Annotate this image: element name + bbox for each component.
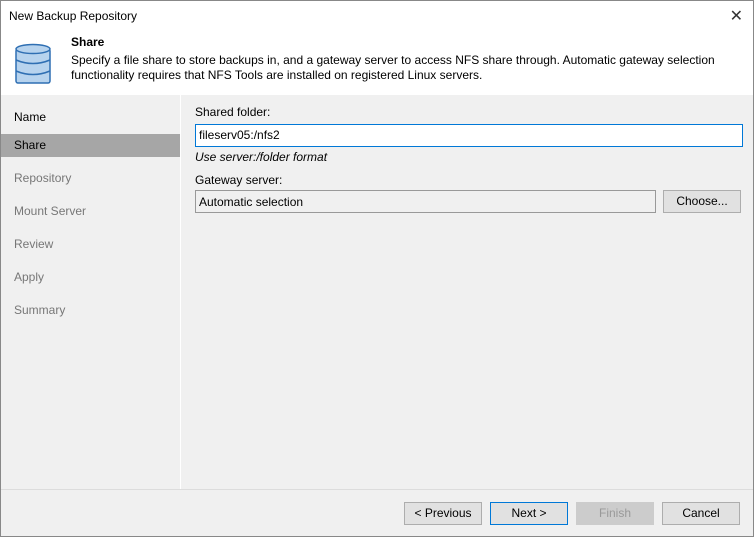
shared-folder-label: Shared folder: xyxy=(195,105,271,119)
format-hint: Use server:/folder format xyxy=(195,150,328,164)
finish-button[interactable]: Finish xyxy=(576,502,654,525)
previous-button[interactable]: < Previous xyxy=(404,502,482,525)
next-button[interactable]: Next > xyxy=(490,502,568,525)
step-repository[interactable]: Repository xyxy=(1,162,180,195)
wizard-steps: Name Share Repository Mount Server Revie… xyxy=(1,95,181,489)
gateway-server-field: Automatic selection xyxy=(195,190,656,213)
step-name[interactable]: Name xyxy=(1,101,180,134)
title-bar: New Backup Repository ✕ xyxy=(1,1,753,31)
wizard-window: New Backup Repository ✕ Share Specify a … xyxy=(0,0,754,537)
step-review[interactable]: Review xyxy=(1,228,180,261)
step-share[interactable]: Share xyxy=(1,134,180,157)
step-mount-server[interactable]: Mount Server xyxy=(1,195,180,228)
step-description: Specify a file share to store backups in… xyxy=(71,53,715,82)
step-apply[interactable]: Apply xyxy=(1,261,180,294)
window-title: New Backup Repository xyxy=(9,9,138,23)
footer: < Previous Next > Finish Cancel xyxy=(1,489,753,536)
cancel-button[interactable]: Cancel xyxy=(662,502,740,525)
header: Share Specify a file share to store back… xyxy=(1,31,753,95)
step-summary[interactable]: Summary xyxy=(1,294,180,327)
shared-folder-input[interactable]: fileserv05:/nfs2 xyxy=(195,124,743,147)
choose-button[interactable]: Choose... xyxy=(663,190,741,213)
close-icon[interactable]: ✕ xyxy=(730,6,743,26)
content-panel: Shared folder: fileserv05:/nfs2 Use serv… xyxy=(182,95,753,489)
database-icon xyxy=(15,43,51,84)
gateway-server-label: Gateway server: xyxy=(195,173,283,187)
step-title: Share xyxy=(71,35,105,49)
